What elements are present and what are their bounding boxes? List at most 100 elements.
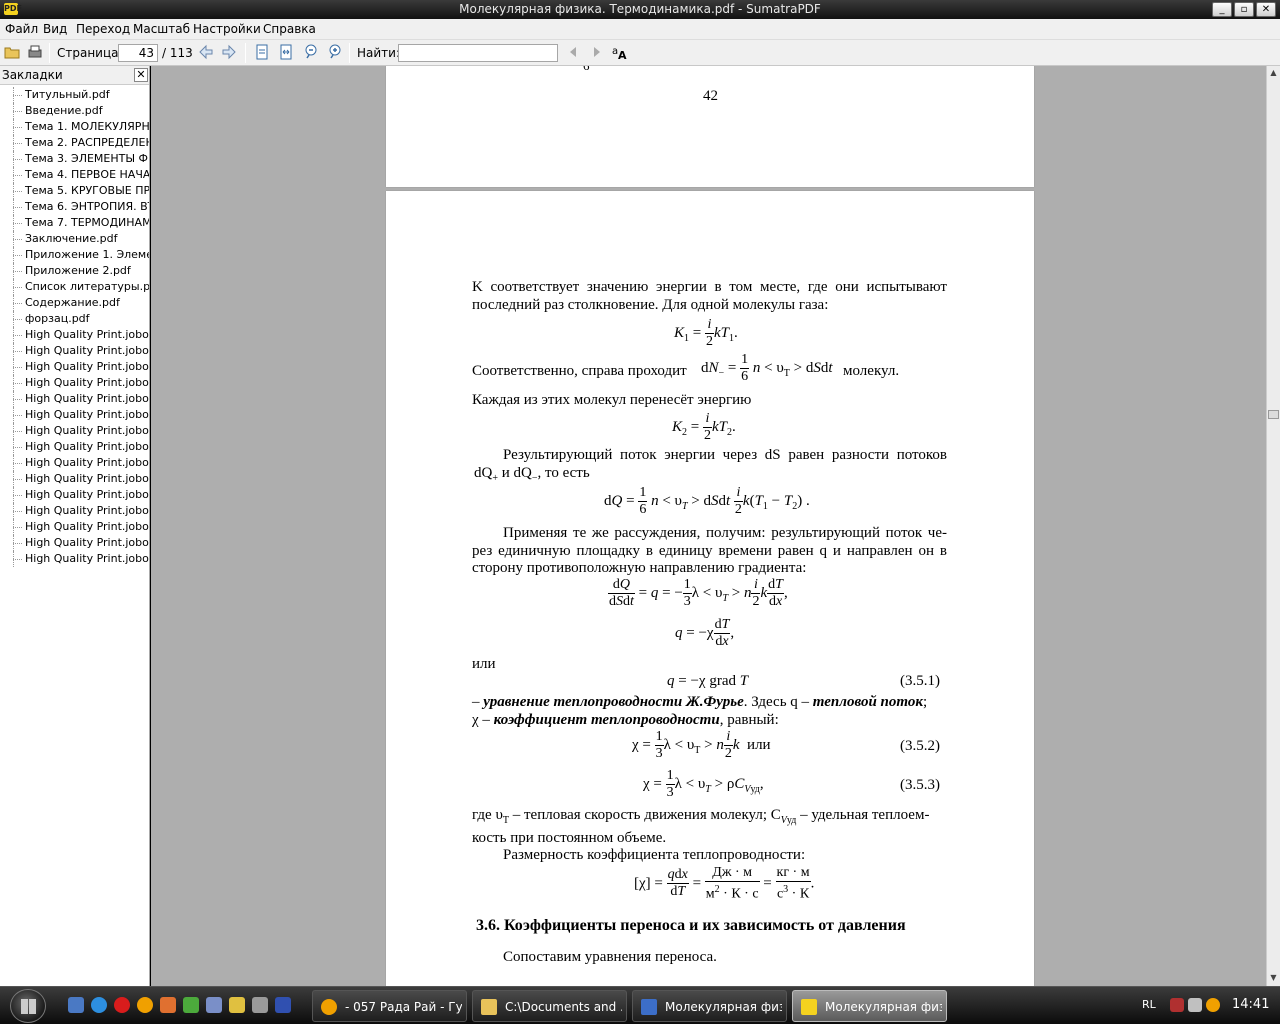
sumatra-icon: [801, 999, 817, 1015]
bookmark-item[interactable]: Тема 4. ПЕРВОЕ НАЧАЛО: [0, 167, 149, 183]
bookmark-item[interactable]: Введение.pdf: [0, 103, 149, 119]
internet-explorer-icon[interactable]: [91, 997, 107, 1013]
scroll-thumb[interactable]: [1268, 410, 1279, 419]
find-next-icon[interactable]: [589, 44, 605, 60]
bookmark-item[interactable]: High Quality Print.jobop: [0, 375, 149, 391]
menu-zoom[interactable]: Масштаб: [133, 22, 190, 36]
opera-icon[interactable]: [114, 997, 130, 1013]
paragraph-line: рез единичную площадку в единицу времени…: [472, 543, 947, 559]
menu-help[interactable]: Справка: [263, 22, 316, 36]
language-indicator[interactable]: RL: [1142, 998, 1156, 1011]
bookmark-item[interactable]: High Quality Print.jobop: [0, 407, 149, 423]
find-label: Найти:: [357, 46, 401, 60]
page-43: K соответствует значению энергии в том м…: [386, 191, 1034, 986]
bookmark-item[interactable]: High Quality Print.jobop: [0, 503, 149, 519]
section-heading: 3.6. Коэффициенты переноса и их зависимо…: [476, 917, 906, 934]
page-number: 42: [703, 88, 718, 104]
menu-view[interactable]: Вид: [43, 22, 67, 36]
equation-number: (3.5.2): [900, 738, 940, 754]
minimize-button[interactable]: _: [1212, 2, 1232, 17]
usb-icon[interactable]: [252, 997, 268, 1013]
start-button[interactable]: [10, 989, 46, 1023]
network-icon[interactable]: [206, 997, 222, 1013]
equation-q: q = −χ dT dx,: [675, 617, 735, 649]
taskbar-button[interactable]: C:\Documents and ...: [472, 990, 627, 1022]
find-prev-icon[interactable]: [565, 44, 581, 60]
equation-dimension: [χ] = qdx dT = Дж · м м2 · К · с = кг · мс…: [634, 865, 815, 902]
equation-dq: dQ = 16 n < υT > dSdt i 2 k(T1 − T2) .: [604, 485, 810, 517]
paint-icon[interactable]: [160, 997, 176, 1013]
taskbar-button[interactable]: Молекулярная физ...: [632, 990, 787, 1022]
bookmark-item[interactable]: High Quality Print.jobop: [0, 535, 149, 551]
utility-icon[interactable]: [183, 997, 199, 1013]
match-case-icon[interactable]: aA: [612, 44, 628, 60]
bookmark-item[interactable]: High Quality Print.jobop: [0, 423, 149, 439]
bookmark-item[interactable]: Содержание.pdf: [0, 295, 149, 311]
find-input[interactable]: [398, 44, 558, 62]
bookmark-item[interactable]: High Quality Print.jobop: [0, 439, 149, 455]
fit-page-icon[interactable]: [254, 44, 270, 60]
clock[interactable]: 14:41: [1232, 997, 1269, 1012]
windows-logo-icon: [21, 999, 36, 1014]
bookmark-item[interactable]: High Quality Print.jobop: [0, 519, 149, 535]
bookmark-item[interactable]: Тема 3. ЭЛЕМЕНТЫ ФИЗИ: [0, 151, 149, 167]
menu-file[interactable]: Файл: [5, 22, 38, 36]
bookmark-item[interactable]: Титульный.pdf: [0, 87, 149, 103]
taskbar-button[interactable]: - 057 Рада Рай - Гус...: [312, 990, 467, 1022]
bookmark-item[interactable]: Приложение 1. Элемен: [0, 247, 149, 263]
bookmark-item[interactable]: High Quality Print.jobop: [0, 359, 149, 375]
zoom-in-icon[interactable]: [326, 44, 342, 60]
paragraph-line: Применяя те же рассуждения, получим: рез…: [503, 525, 947, 541]
bookmark-item[interactable]: Заключение.pdf: [0, 231, 149, 247]
bookmark-item[interactable]: форзац.pdf: [0, 311, 149, 327]
fit-width-icon[interactable]: [278, 44, 294, 60]
next-page-icon[interactable]: [221, 44, 237, 60]
aimp-tray-icon[interactable]: [1206, 998, 1220, 1012]
paragraph-line: или: [472, 656, 496, 672]
vertical-scrollbar[interactable]: ▲ ▼: [1266, 66, 1280, 986]
word-icon: [641, 999, 657, 1015]
page-label: Страница:: [57, 46, 123, 60]
window-title: Молекулярная физика. Термодинамика.pdf -…: [459, 2, 821, 16]
zoom-out-icon[interactable]: [302, 44, 318, 60]
bookmark-item[interactable]: High Quality Print.jobop: [0, 391, 149, 407]
bookmark-item[interactable]: High Quality Print.jobop: [0, 327, 149, 343]
scroll-down-icon[interactable]: ▼: [1267, 971, 1280, 985]
bookmark-item[interactable]: Тема 6. ЭНТРОПИЯ. ВТО: [0, 199, 149, 215]
paragraph-line: где υT – тепловая скорость движения моле…: [472, 807, 930, 826]
print-icon[interactable]: [27, 44, 43, 60]
close-button[interactable]: ✕: [1256, 2, 1276, 17]
prev-page-icon[interactable]: [198, 44, 214, 60]
page-number-input[interactable]: [118, 44, 158, 62]
bookmark-item[interactable]: Тема 7. ТЕРМОДИНАМИ: [0, 215, 149, 231]
scroll-up-icon[interactable]: ▲: [1267, 66, 1280, 80]
bookmark-item[interactable]: High Quality Print.jobop: [0, 343, 149, 359]
paragraph-line: Сопоставим уравнения переноса.: [503, 949, 717, 965]
bookmarks-title: Закладки: [2, 68, 63, 82]
bookmark-item[interactable]: High Quality Print.jobop: [0, 551, 149, 567]
bookmark-item[interactable]: Тема 5. КРУГОВЫЕ ПРО: [0, 183, 149, 199]
equation-number: (3.5.1): [900, 673, 940, 689]
paragraph-line: – уравнение теплопроводности Ж.Фурье. Зд…: [472, 694, 928, 710]
paragraph-line: Соответственно, справа проходит: [472, 363, 687, 379]
show-desktop-icon[interactable]: [68, 997, 84, 1013]
menu-settings[interactable]: Настройки: [193, 22, 261, 36]
bookmark-item[interactable]: High Quality Print.jobop: [0, 471, 149, 487]
menu-go[interactable]: Переход: [76, 22, 130, 36]
taskbar-button-active[interactable]: Молекулярная физ...: [792, 990, 947, 1022]
bookmark-item[interactable]: High Quality Print.jobop: [0, 455, 149, 471]
bookmark-item[interactable]: Тема 1. МОЛЕКУЛЯРНО-: [0, 119, 149, 135]
document-canvas[interactable]: 6 42 K соответствует значению энергии в …: [151, 66, 1266, 986]
close-bookmarks-button[interactable]: ✕: [134, 68, 148, 82]
bookmark-item[interactable]: Тема 2. РАСПРЕДЕЛЕНИ: [0, 135, 149, 151]
network-tray-icon[interactable]: [1170, 998, 1184, 1012]
volume-icon[interactable]: [1188, 998, 1202, 1012]
open-icon[interactable]: [4, 44, 20, 60]
maximize-button[interactable]: ▫: [1234, 2, 1254, 17]
save-disk-icon[interactable]: [275, 997, 291, 1013]
bookmark-item[interactable]: Список литературы.pdf: [0, 279, 149, 295]
aimp-quicklaunch-icon[interactable]: [137, 997, 153, 1013]
bookmark-item[interactable]: High Quality Print.jobop: [0, 487, 149, 503]
media-icon[interactable]: [229, 997, 245, 1013]
bookmark-item[interactable]: Приложение 2.pdf: [0, 263, 149, 279]
